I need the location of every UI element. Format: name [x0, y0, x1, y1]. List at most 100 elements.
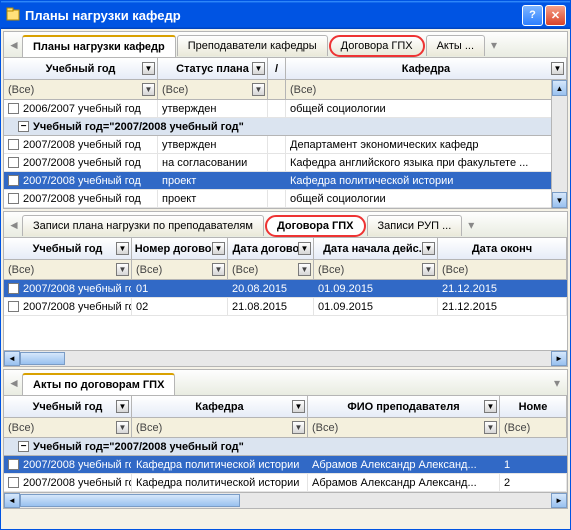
- checkbox[interactable]: [8, 157, 19, 168]
- scroll-track[interactable]: [20, 493, 551, 508]
- table-row[interactable]: 2007/2008 учебный год 02 21.08.2015 01.0…: [4, 298, 567, 316]
- dropdown-icon[interactable]: ▼: [116, 242, 129, 255]
- col-num[interactable]: Номе: [500, 396, 567, 417]
- vertical-scrollbar[interactable]: ▲ ▼: [551, 80, 567, 208]
- dropdown-icon[interactable]: ▼: [252, 83, 265, 96]
- dropdown-icon[interactable]: ▼: [484, 421, 497, 434]
- dropdown-icon[interactable]: ▼: [116, 400, 129, 413]
- tab-contracts-gpx[interactable]: Договора ГПХ: [265, 215, 366, 237]
- dropdown-icon[interactable]: ▼: [422, 242, 435, 255]
- col-dept[interactable]: Кафедра▼: [132, 396, 308, 417]
- close-button[interactable]: ✕: [545, 5, 566, 26]
- cell-dept: Кафедра политической истории: [286, 172, 567, 189]
- dropdown-icon[interactable]: ▼: [116, 263, 129, 276]
- col-year[interactable]: Учебный год▼: [4, 238, 132, 259]
- scroll-track[interactable]: [20, 351, 551, 366]
- scroll-left-icon[interactable]: ◄: [4, 351, 20, 366]
- tab-plans[interactable]: Планы нагрузки кафедр: [22, 35, 176, 57]
- horizontal-scrollbar[interactable]: ◄ ►: [4, 350, 567, 366]
- dropdown-icon[interactable]: ▼: [116, 421, 129, 434]
- grid-body: (Все)▼ (Все)▼ (Все)▼ 2006/2007 учебный г…: [4, 80, 567, 208]
- filter-slash[interactable]: [268, 80, 286, 99]
- col-dept[interactable]: Кафедра▼: [286, 58, 567, 79]
- col-date[interactable]: Дата догово...▼: [228, 238, 314, 259]
- tab-entries[interactable]: Записи плана нагрузки по преподавателям: [22, 215, 264, 236]
- filter-cell[interactable]: (Все): [438, 260, 567, 279]
- filter-cell[interactable]: (Все)▼: [4, 260, 132, 279]
- col-fio[interactable]: ФИО преподавателя▼: [308, 396, 500, 417]
- tab-prev-icon[interactable]: ◄: [6, 373, 22, 393]
- dropdown-icon[interactable]: ▼: [142, 62, 155, 75]
- tab-rup[interactable]: Записи РУП ...: [367, 215, 463, 236]
- dropdown-icon[interactable]: ▼: [422, 263, 435, 276]
- col-start[interactable]: Дата начала дейс...▼: [314, 238, 438, 259]
- tab-next-icon[interactable]: ▾: [463, 215, 479, 235]
- group-row[interactable]: −Учебный год="2007/2008 учебный год": [4, 118, 567, 136]
- tab-contracts[interactable]: Договора ГПХ: [329, 35, 425, 57]
- checkbox[interactable]: [8, 139, 19, 150]
- filter-cell[interactable]: (Все)▼: [228, 260, 314, 279]
- dropdown-icon[interactable]: ▼: [212, 242, 225, 255]
- collapse-icon[interactable]: −: [18, 441, 29, 452]
- checkbox[interactable]: [8, 477, 19, 488]
- col-year[interactable]: Учебный год▼: [4, 396, 132, 417]
- filter-cell[interactable]: (Все)▼: [308, 418, 500, 437]
- checkbox[interactable]: [8, 193, 19, 204]
- tab-teachers[interactable]: Преподаватели кафедры: [177, 35, 328, 56]
- dropdown-icon[interactable]: ▼: [252, 62, 265, 75]
- collapse-icon[interactable]: −: [18, 121, 29, 132]
- dropdown-icon[interactable]: ▼: [142, 83, 155, 96]
- col-num[interactable]: Номер договора▼: [132, 238, 228, 259]
- horizontal-scrollbar[interactable]: ◄ ►: [4, 492, 567, 508]
- cell-dept: общей социологии: [286, 190, 567, 207]
- table-row[interactable]: 2006/2007 учебный год утвержден общей со…: [4, 100, 567, 118]
- scroll-left-icon[interactable]: ◄: [4, 493, 20, 508]
- dropdown-icon[interactable]: ▼: [212, 263, 225, 276]
- tab-acts-gpx[interactable]: Акты по договорам ГПХ: [22, 373, 175, 395]
- tab-next-icon[interactable]: ▾: [486, 35, 502, 55]
- table-row[interactable]: 2007/2008 учебный год на согласовании Ка…: [4, 154, 567, 172]
- group-row[interactable]: −Учебный год="2007/2008 учебный год": [4, 438, 567, 456]
- table-row[interactable]: 2007/2008 учебный год утвержден Департам…: [4, 136, 567, 154]
- col-year[interactable]: Учебный год▼: [4, 58, 158, 79]
- scroll-right-icon[interactable]: ►: [551, 351, 567, 366]
- filter-cell[interactable]: (Все): [500, 418, 567, 437]
- dropdown-icon[interactable]: ▼: [551, 62, 564, 75]
- tab-acts[interactable]: Акты ...: [426, 35, 485, 56]
- checkbox[interactable]: [8, 301, 19, 312]
- table-row[interactable]: 2007/2008 учебный год Кафедра политическ…: [4, 474, 567, 492]
- col-slash[interactable]: /: [268, 58, 286, 79]
- dropdown-icon[interactable]: ▼: [484, 400, 497, 413]
- titlebar[interactable]: Планы нагрузки кафедр ? ✕: [1, 1, 570, 29]
- help-button[interactable]: ?: [522, 5, 543, 26]
- table-row[interactable]: 2007/2008 учебный год проект Кафедра пол…: [4, 172, 567, 190]
- table-row[interactable]: 2007/2008 учебный год Кафедра политическ…: [4, 456, 567, 474]
- tab-prev-icon[interactable]: ◄: [6, 35, 22, 55]
- scroll-thumb[interactable]: [20, 494, 240, 507]
- col-status[interactable]: Статус плана▼: [158, 58, 268, 79]
- dropdown-icon[interactable]: ▼: [292, 421, 305, 434]
- tab-prev-icon[interactable]: ◄: [6, 215, 22, 235]
- scroll-up-icon[interactable]: ▲: [552, 80, 567, 96]
- table-row[interactable]: 2007/2008 учебный год проект общей социо…: [4, 190, 567, 208]
- filter-status[interactable]: (Все)▼: [158, 80, 268, 99]
- table-row[interactable]: 2007/2008 учебный год 01 20.08.2015 01.0…: [4, 280, 567, 298]
- filter-cell[interactable]: (Все)▼: [4, 418, 132, 437]
- scroll-thumb[interactable]: [20, 352, 65, 365]
- checkbox[interactable]: [8, 175, 19, 186]
- checkbox[interactable]: [8, 459, 19, 470]
- tab-next-icon[interactable]: ▾: [549, 373, 565, 393]
- checkbox[interactable]: [8, 103, 19, 114]
- filter-cell[interactable]: (Все)▼: [132, 418, 308, 437]
- filter-cell[interactable]: (Все)▼: [132, 260, 228, 279]
- dropdown-icon[interactable]: ▼: [298, 242, 311, 255]
- filter-cell[interactable]: (Все)▼: [314, 260, 438, 279]
- dropdown-icon[interactable]: ▼: [298, 263, 311, 276]
- dropdown-icon[interactable]: ▼: [292, 400, 305, 413]
- checkbox[interactable]: [8, 283, 19, 294]
- filter-dept[interactable]: (Все)▼: [286, 80, 567, 99]
- filter-year[interactable]: (Все)▼: [4, 80, 158, 99]
- col-end[interactable]: Дата оконч: [438, 238, 567, 259]
- scroll-down-icon[interactable]: ▼: [552, 192, 567, 208]
- scroll-right-icon[interactable]: ►: [551, 493, 567, 508]
